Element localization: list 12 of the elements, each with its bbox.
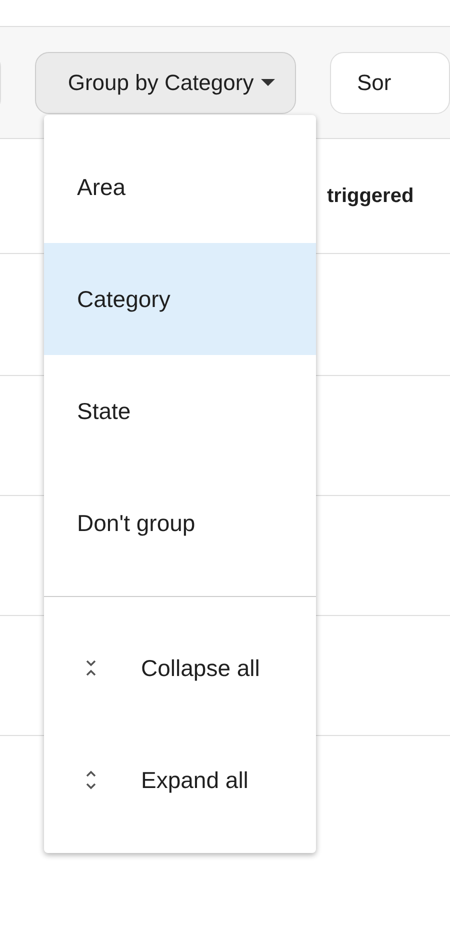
group-by-dropdown[interactable]: Group by Category [34,52,296,114]
caret-icon [261,78,275,86]
menu-item[interactable]: Collapse all [44,612,316,724]
menu-item[interactable]: Expand all [44,724,316,836]
menu-item[interactable]: Don't group [44,467,316,579]
menu-item[interactable]: Area [44,131,316,243]
menu-item[interactable]: State [44,355,316,467]
menu-item[interactable]: Category [44,243,316,355]
expand-icon [85,770,97,790]
sort-button[interactable]: Sor [330,52,450,114]
collapse-icon [85,659,97,677]
column-header: triggered [327,184,414,208]
